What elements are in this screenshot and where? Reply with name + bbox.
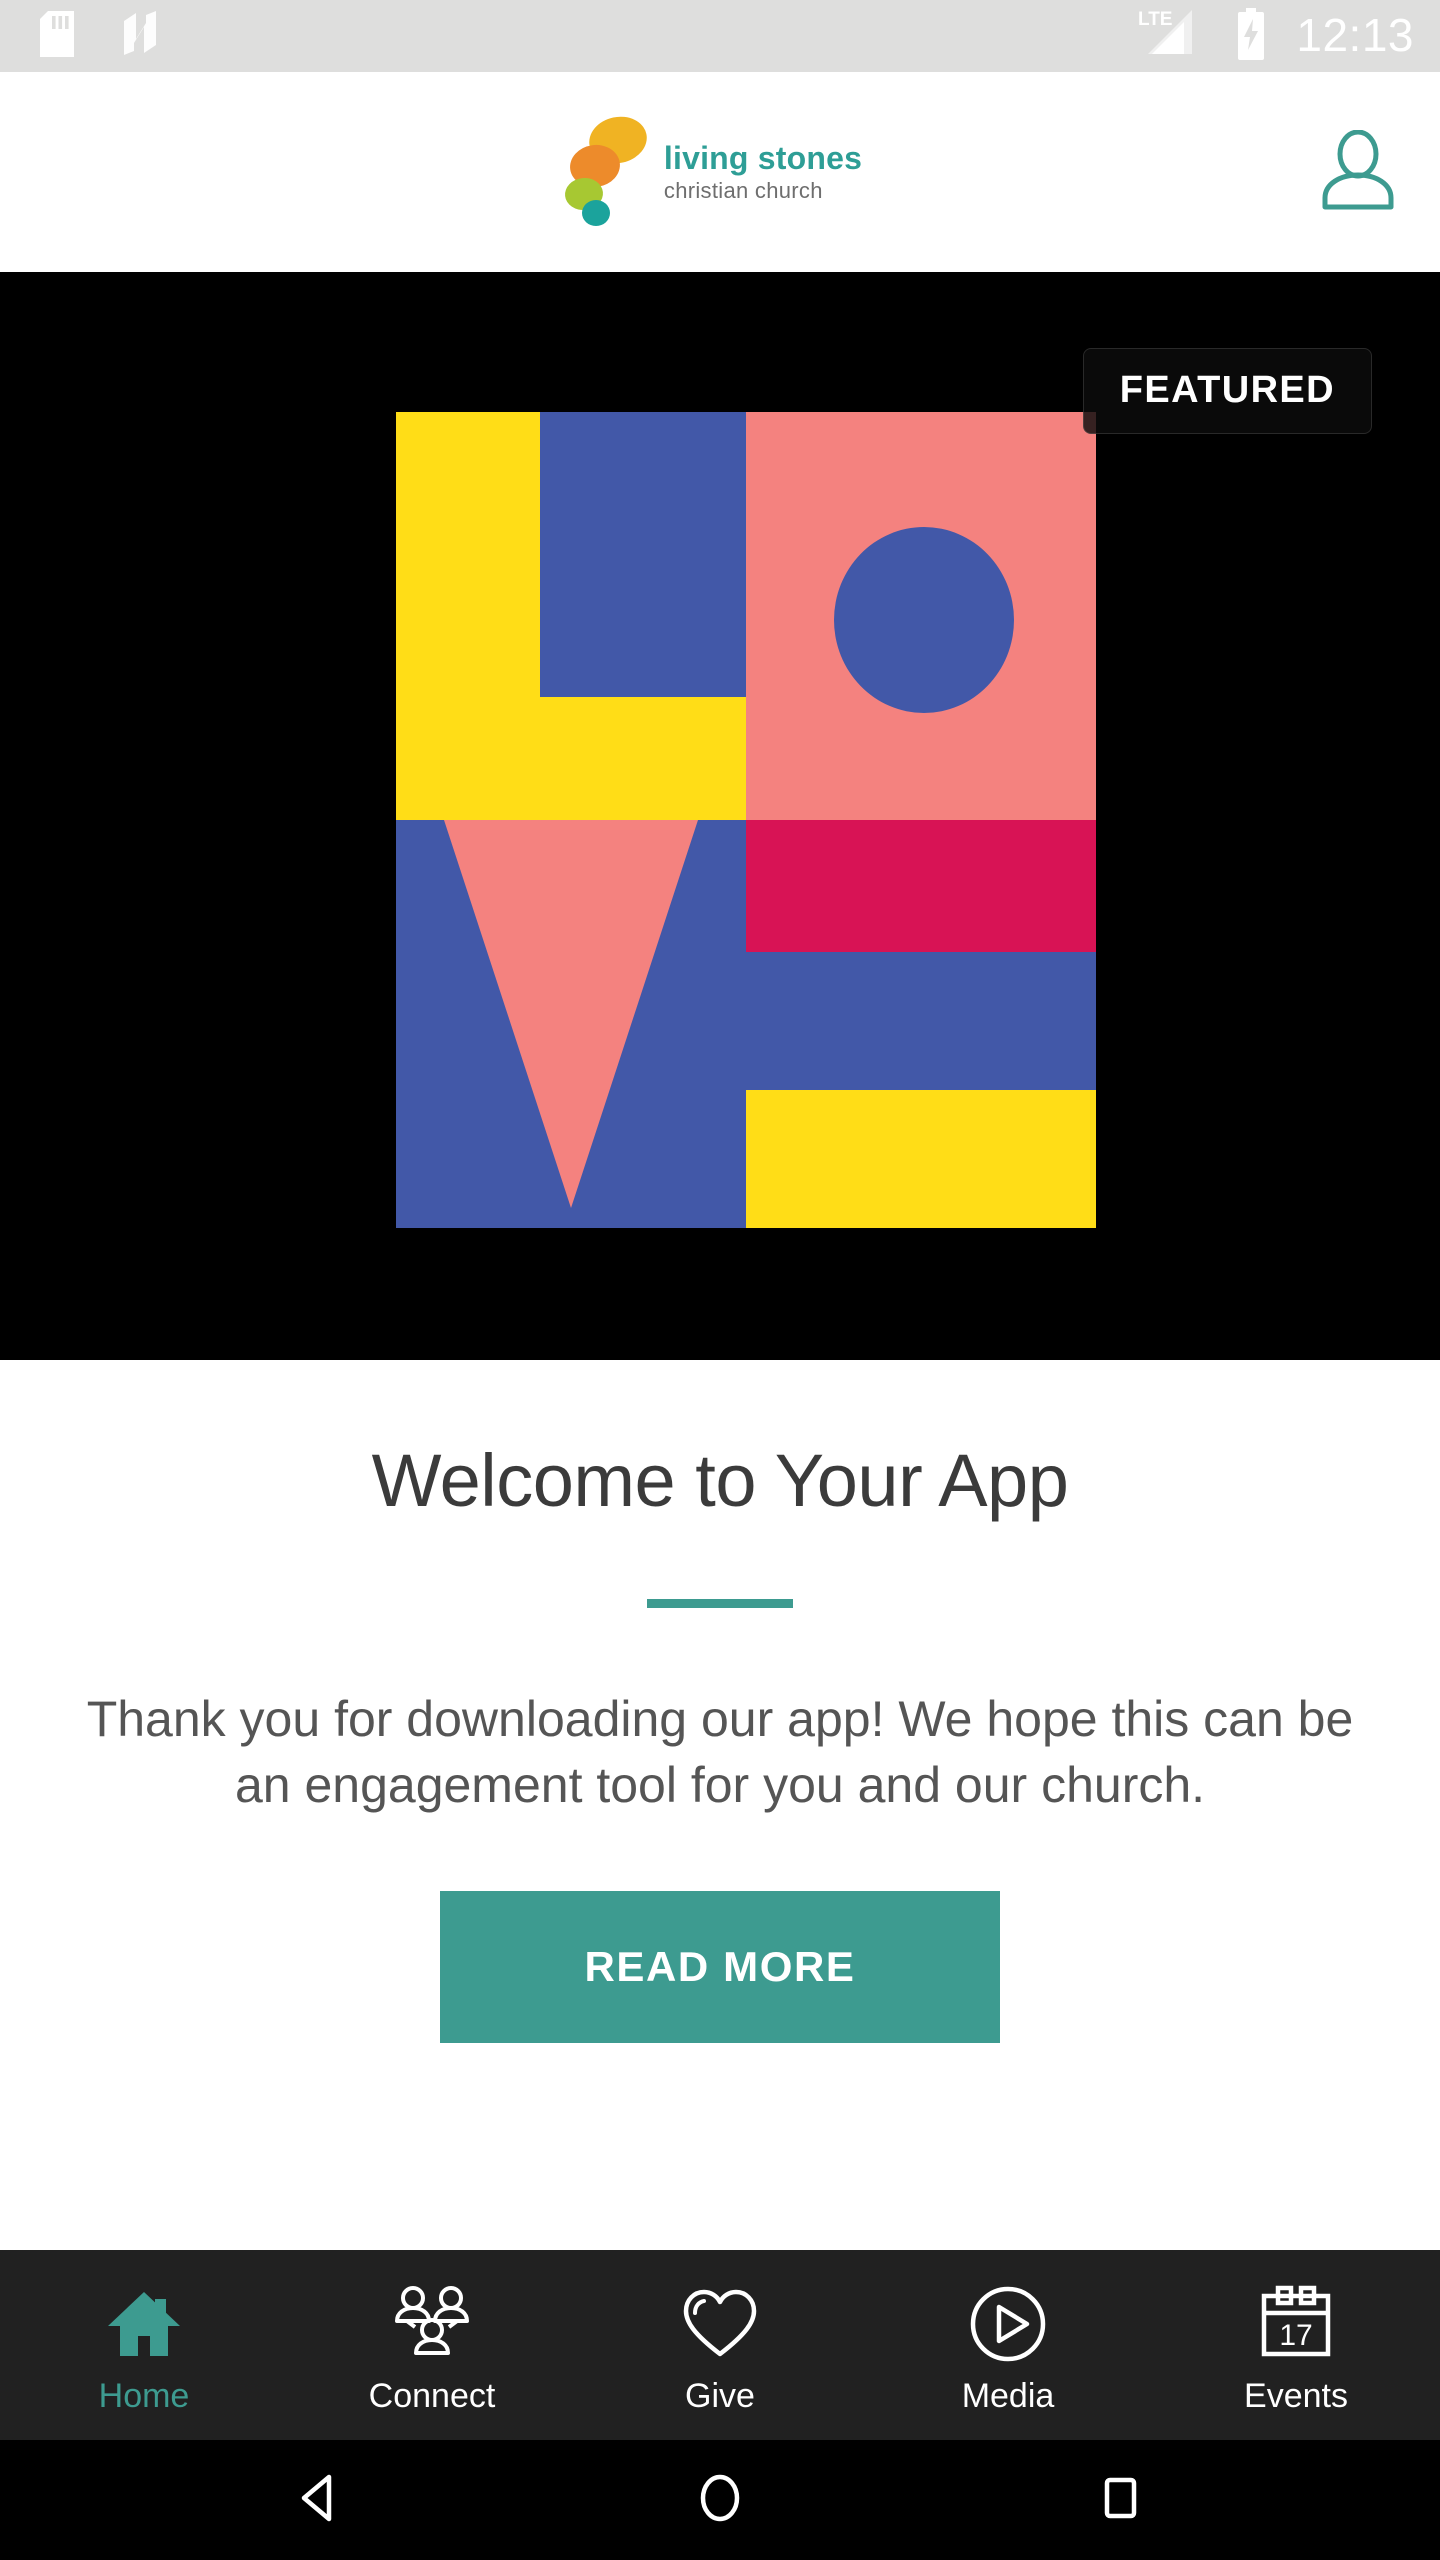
play-circle-icon <box>968 2283 1048 2365</box>
android-nougat-icon <box>118 10 164 62</box>
profile-button[interactable] <box>1310 124 1406 220</box>
bottom-tab-bar: Home Connect Give Media 17 Events <box>0 2250 1440 2440</box>
app-header: living stones christian church <box>0 72 1440 272</box>
read-more-button[interactable]: READ MORE <box>440 1890 1000 2043</box>
status-bar-left-icons <box>40 10 164 62</box>
title-divider <box>647 1598 793 1608</box>
app-root: LTE 12:13 living stones christian church… <box>0 0 1440 2560</box>
tab-events[interactable]: 17 Events <box>1152 2250 1440 2440</box>
recents-square-icon <box>1091 2469 1149 2532</box>
tab-give[interactable]: Give <box>576 2250 864 2440</box>
welcome-body-text: Thank you for downloading our app! We ho… <box>86 1690 1354 1814</box>
tab-give-label: Give <box>685 2377 755 2415</box>
calendar-icon: 17 <box>1255 2283 1337 2365</box>
tab-connect-label: Connect <box>368 2377 496 2415</box>
tab-home[interactable]: Home <box>0 2250 288 2440</box>
battery-charging-icon <box>1234 7 1268 65</box>
main-content: Welcome to Your App Thank you for downlo… <box>0 1360 1440 2250</box>
home-circle-icon <box>691 2469 749 2532</box>
tab-media[interactable]: Media <box>864 2250 1152 2440</box>
hero-banner[interactable]: FEATURED <box>0 272 1440 1360</box>
heart-icon <box>680 2283 760 2365</box>
people-group-icon <box>389 2283 475 2365</box>
status-bar-right-icons: LTE 12:13 <box>1136 7 1414 65</box>
android-nav-bar <box>0 2440 1440 2560</box>
living-stones-logo-icon <box>562 116 648 228</box>
love-poster-artwork <box>396 412 1096 1228</box>
nav-back-button[interactable] <box>260 2440 380 2560</box>
page-title: Welcome to Your App <box>371 1439 1069 1522</box>
brand-name: living stones <box>663 140 863 176</box>
tab-media-label: Media <box>961 2377 1055 2415</box>
tab-home-label: Home <box>98 2377 190 2415</box>
brand-wordmark: living stones christian church <box>664 142 862 202</box>
nav-home-button[interactable] <box>660 2440 780 2560</box>
lte-signal-icon: LTE <box>1136 8 1212 65</box>
person-icon <box>1320 129 1396 215</box>
home-icon <box>103 2283 185 2365</box>
tab-events-label: Events <box>1244 2377 1348 2415</box>
status-bar: LTE 12:13 <box>0 0 1440 72</box>
brand-subtitle: christian church <box>663 178 823 203</box>
back-icon <box>291 2469 349 2532</box>
status-bar-clock: 12:13 <box>1296 8 1414 61</box>
featured-badge[interactable]: FEATURED <box>1082 348 1372 434</box>
nav-recents-button[interactable] <box>1060 2440 1180 2560</box>
brand-logo[interactable]: living stones christian church <box>562 116 862 228</box>
svg-text:LTE: LTE <box>1138 9 1172 30</box>
sd-card-icon <box>40 10 74 62</box>
tab-connect[interactable]: Connect <box>288 2250 576 2440</box>
calendar-day-number: 17 <box>1279 2319 1312 2352</box>
